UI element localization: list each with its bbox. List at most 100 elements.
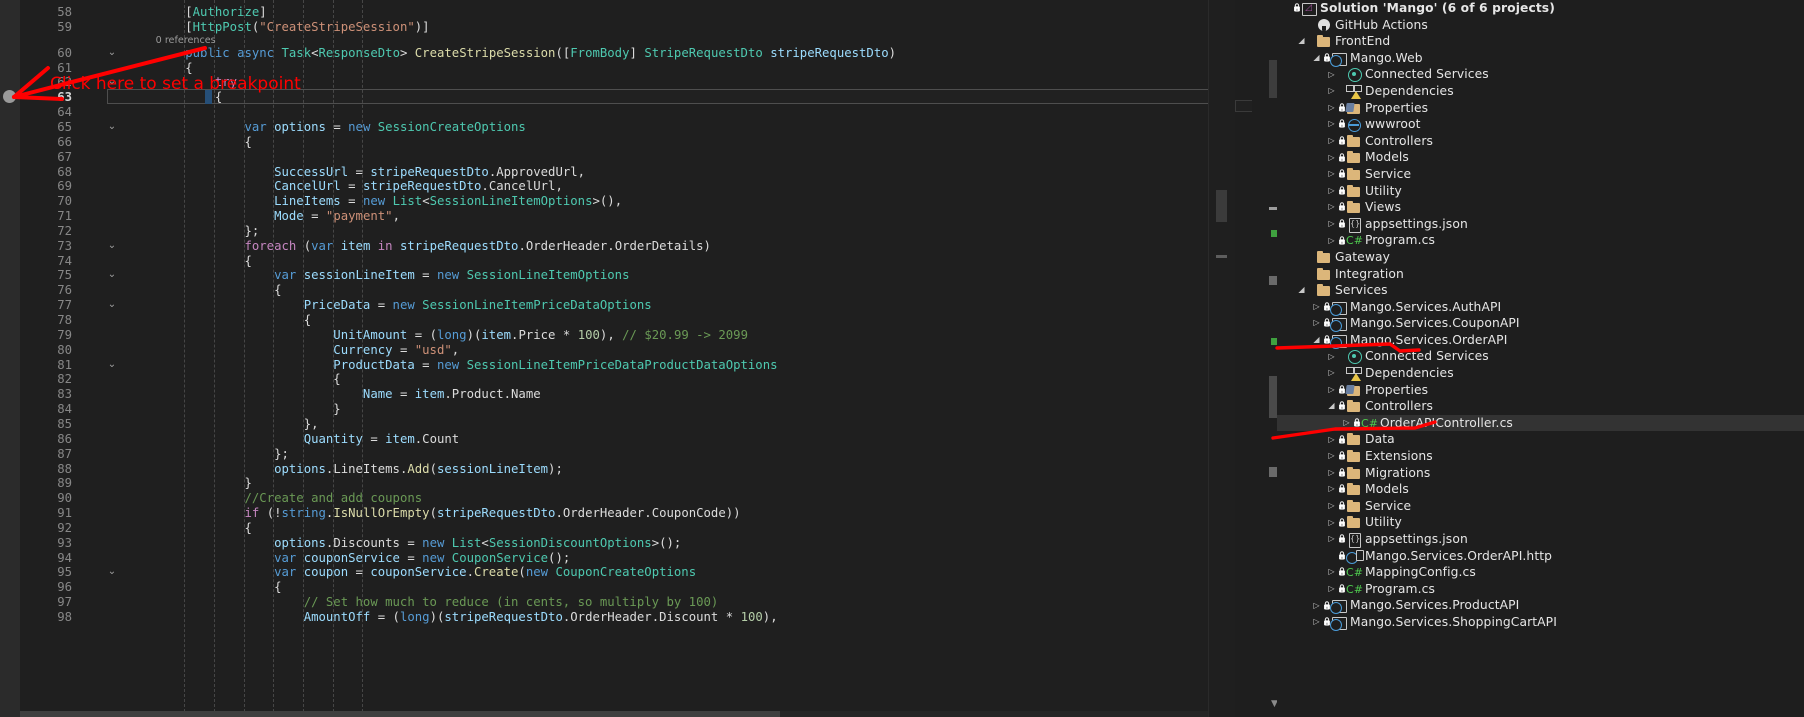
code-line[interactable]: 77 ⌄ PriceData = new SessionLineItemPrice… [20,298,1208,313]
tree-item-controllers[interactable]: ▷ 🔒 Controllers [1277,133,1804,150]
code-text[interactable]: [HttpPost("CreateStripeSession")] [126,20,429,35]
chevron-right-icon[interactable]: ▷ [1311,598,1322,615]
tree-item-gateway[interactable]: Gateway [1277,249,1804,266]
code-line[interactable]: 92 { [20,521,1208,536]
code-text[interactable]: { [126,90,222,105]
solution-scroll-track[interactable]: ▼ [1252,0,1280,717]
code-line[interactable]: 69 CancelUrl = stripeRequestDto.CancelUr… [20,179,1208,194]
codelens-references[interactable]: 0 references [156,35,216,46]
code-line[interactable]: 91 if (!string.IsNullOrEmpty(stripeReque… [20,506,1208,521]
code-line[interactable]: 71 Mode = "payment", [20,209,1208,224]
code-text[interactable]: CancelUrl = stripeRequestDto.CancelUrl, [126,179,563,194]
tree-item-mango-services-orderapi-http[interactable]: 🔒 Mango.Services.OrderAPI.http [1277,548,1804,565]
chevron-right-icon[interactable]: ▷ [1326,150,1337,167]
chevron-right-icon[interactable]: ▷ [1326,116,1337,133]
code-line[interactable]: 87 }; [20,447,1208,462]
tree-item-mango-services-productapi[interactable]: ▷ 🔒 Mango.Services.ProductAPI [1277,597,1804,615]
chevron-down-icon[interactable]: ◢ [1311,332,1322,349]
chevron-right-icon[interactable]: ▷ [1326,349,1337,366]
code-line[interactable]: 66 { [20,135,1208,150]
code-text[interactable]: if (!string.IsNullOrEmpty(stripeRequestD… [126,506,740,521]
breakpoint-placeholder-dot[interactable] [3,90,16,103]
code-line[interactable]: 75 ⌄ var sessionLineItem = new SessionLin… [20,268,1208,283]
code-text[interactable]: { [126,580,281,595]
chevron-right-icon[interactable]: ▷ [1341,415,1352,432]
code-text[interactable]: LineItems = new List<SessionLineItemOpti… [126,194,622,209]
tree-item-models[interactable]: ▷ 🔒 Models [1277,149,1804,166]
code-text[interactable]: var options = new SessionCreateOptions [126,120,525,135]
chevron-right-icon[interactable]: ▷ [1311,299,1322,316]
editor-horizontal-scrollbar[interactable] [20,711,1208,717]
code-text[interactable]: { [126,283,281,298]
tree-item-utility[interactable]: ▷ 🔒 Utility [1277,514,1804,531]
chevron-right-icon[interactable]: ▷ [1326,166,1337,183]
tree-item-mango-services-shoppingcartapi[interactable]: ▷ 🔒 Mango.Services.ShoppingCartAPI [1277,614,1804,631]
tree-item-appsettings-json[interactable]: ▷🔒 appsettings.json [1277,531,1804,548]
chevron-right-icon[interactable]: ▷ [1326,581,1337,598]
code-line[interactable]: 61 { [20,61,1208,76]
code-text[interactable]: options.LineItems.Add(sessionLineItem); [126,462,563,477]
tree-item-wwwroot[interactable]: ▷ 🔒 wwwroot [1277,116,1804,133]
code-line[interactable]: 93 options.Discounts = new List<SessionD… [20,536,1208,551]
code-text[interactable]: { [126,254,251,269]
tree-item-utility[interactable]: ▷ 🔒 Utility [1277,183,1804,200]
fold-toggle-icon[interactable]: ⌄ [106,75,118,90]
tree-item-appsettings-json[interactable]: ▷🔒 appsettings.json [1277,216,1804,233]
chevron-right-icon[interactable]: ▷ [1311,315,1322,332]
tree-item-dependencies[interactable]: ▷ Dependencies [1277,365,1804,382]
code-text-area[interactable]: 58 [Authorize] 59 [HttpPost("CreateStripe… [20,0,1228,717]
chevron-right-icon[interactable]: ▷ [1326,481,1337,498]
fold-toggle-icon[interactable]: ⌄ [106,565,118,580]
code-line[interactable]: 67 [20,150,1208,165]
code-text[interactable]: { [126,135,251,150]
chevron-down-icon[interactable]: ◢ [1296,282,1307,299]
code-line[interactable]: 65 ⌄ var options = new SessionCreateOptio… [20,120,1208,135]
chevron-right-icon[interactable]: ▷ [1326,233,1337,250]
code-text[interactable]: Name = item.Product.Name [126,387,541,402]
tree-item-github-actions[interactable]: GitHub Actions [1277,17,1804,34]
code-text[interactable]: Currency = "usd", [126,343,459,358]
code-text[interactable]: { [126,372,340,387]
code-text[interactable]: } [126,476,251,491]
code-line[interactable]: 95 ⌄ var coupon = couponService.Create(ne… [20,565,1208,580]
tree-item-mango-services-couponapi[interactable]: ▷ 🔒 Mango.Services.CouponAPI [1277,315,1804,333]
tree-item-integration[interactable]: Integration [1277,266,1804,283]
code-text[interactable]: //Create and add coupons [126,491,422,506]
chevron-right-icon[interactable]: ▷ [1326,199,1337,216]
chevron-right-icon[interactable]: ▷ [1326,83,1337,100]
code-line[interactable]: 80 Currency = "usd", [20,343,1208,358]
code-line[interactable]: 86 Quantity = item.Count [20,432,1208,447]
solution-tree[interactable]: 🔒 Solution 'Mango' (6 of 6 projects)GitHu… [1277,0,1804,631]
code-line[interactable]: 70 LineItems = new List<SessionLineItemO… [20,194,1208,209]
chevron-down-icon[interactable]: ◢ [1326,398,1337,415]
code-text[interactable]: var couponService = new CouponService(); [126,551,570,566]
code-text[interactable]: }, [126,417,319,432]
code-line[interactable]: 84 } [20,402,1208,417]
tree-item-migrations[interactable]: ▷ 🔒 Migrations [1277,465,1804,482]
editor-vertical-scrollbar[interactable] [1208,0,1235,717]
chevron-right-icon[interactable]: ▷ [1326,67,1337,84]
code-line[interactable]: 74 { [20,254,1208,269]
fold-toggle-icon[interactable]: ⌄ [106,46,118,61]
tree-item-solution-mango-6-of-6-projects[interactable]: 🔒 Solution 'Mango' (6 of 6 projects) [1277,0,1804,17]
tree-item-connected-services[interactable]: ▷ Connected Services [1277,66,1804,83]
code-text[interactable]: Quantity = item.Count [126,432,460,447]
code-text[interactable]: Mode = "payment", [126,209,400,224]
chevron-right-icon[interactable]: ▷ [1326,465,1337,482]
code-text[interactable]: ProductData = new SessionLineItemPriceDa… [126,358,777,373]
code-line[interactable]: 79 UnitAmount = (long)(item.Price * 100)… [20,328,1208,343]
tree-item-mappingconfig-cs[interactable]: ▷ 🔒C# MappingConfig.cs [1277,564,1804,581]
code-text[interactable]: // Set how much to reduce (in cents, so … [126,595,719,610]
code-text[interactable]: [Authorize] [126,5,266,20]
chevron-right-icon[interactable]: ▷ [1326,515,1337,532]
code-line[interactable]: 64 [20,105,1208,120]
code-line[interactable]: 85 }, [20,417,1208,432]
code-text[interactable]: options.Discounts = new List<SessionDisc… [126,536,681,551]
tree-item-properties[interactable]: ▷ 🔒 Properties [1277,382,1804,399]
code-line[interactable]: 59 [HttpPost("CreateStripeSession")] [20,20,1208,35]
code-text[interactable]: }; [126,224,259,239]
code-line[interactable]: 76 { [20,283,1208,298]
fold-toggle-icon[interactable]: ⌄ [106,298,118,313]
code-editor[interactable]: 58 [Authorize] 59 [HttpPost("CreateStripe… [0,0,1235,717]
tree-item-service[interactable]: ▷ 🔒 Service [1277,498,1804,515]
